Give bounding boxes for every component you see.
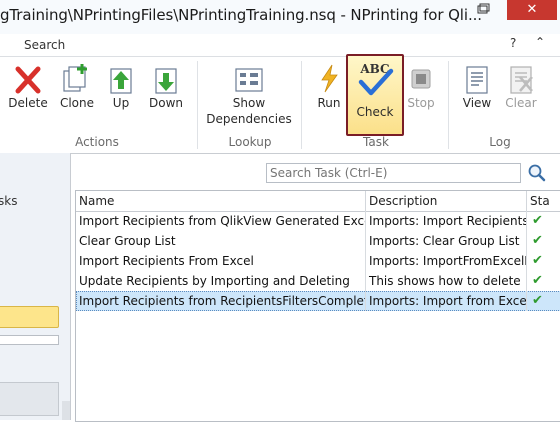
ribbon: Delete Clone Up Down Show Dependencies R… [0, 56, 560, 154]
clear-label: Clear [505, 96, 537, 110]
view-label: View [462, 96, 492, 110]
left-panel-selected-item[interactable] [0, 306, 59, 328]
spell-check-icon: ABC [358, 62, 394, 96]
status-ok-icon: ✔ [532, 293, 543, 308]
arrow-down-icon [155, 68, 177, 94]
delete-icon [15, 66, 41, 94]
group-label-actions: Actions [75, 135, 119, 149]
row-description: Imports: ImportFromExcelFile [366, 251, 527, 271]
close-icon: ✕ [526, 2, 538, 17]
left-panel-scrollbar[interactable] [62, 401, 70, 420]
column-header-name[interactable]: Name [76, 191, 366, 211]
status-ok-icon: ✔ [532, 233, 543, 248]
show-dependencies-label-2: Dependencies [206, 112, 292, 126]
down-button[interactable]: Down [145, 61, 187, 123]
left-panel-button[interactable] [0, 382, 59, 416]
tab-search[interactable]: Search [24, 38, 65, 52]
restore-button[interactable] [466, 0, 500, 20]
search-icon[interactable] [527, 163, 547, 183]
group-label-log: Log [489, 135, 511, 149]
group-label-lookup: Lookup [228, 135, 272, 149]
check-button[interactable]: ABC Check [346, 54, 404, 136]
group-separator [197, 61, 198, 149]
stop-button[interactable]: Stop [404, 61, 438, 123]
ribbon-tabs: Search ⌃ ? [0, 34, 560, 56]
clone-button[interactable]: Clone [56, 61, 98, 123]
column-header-description[interactable]: Description [366, 191, 527, 211]
clear-log-icon [510, 66, 533, 94]
run-label: Run [317, 96, 341, 110]
group-separator [301, 61, 302, 149]
left-panel-progress [0, 335, 59, 345]
arrow-up-icon [110, 68, 132, 94]
row-name: Import Recipients from RecipientsFilters… [76, 291, 366, 311]
show-dependencies-button[interactable]: Show Dependencies [206, 61, 292, 137]
title-bar: gTraining\NPrintingFiles\NPrintingTraini… [0, 0, 560, 34]
clone-icon [63, 64, 87, 92]
row-name: Import Recipients from QlikView Generate… [76, 211, 366, 231]
down-label: Down [148, 96, 183, 110]
check-icon-text: ABC [359, 62, 389, 76]
group-label-task: Task [363, 135, 389, 149]
help-icon[interactable]: ? [510, 36, 516, 50]
search-input[interactable] [266, 163, 521, 183]
view-button[interactable]: View [458, 61, 496, 123]
lightning-icon [321, 64, 338, 93]
close-button[interactable]: ✕ [507, 0, 557, 20]
group-separator [448, 61, 449, 149]
show-dependencies-label-1: Show [232, 96, 266, 110]
left-panel: sks [0, 153, 71, 420]
table-row[interactable]: Import Recipients From Excel Imports: Im… [76, 251, 560, 271]
row-description: Imports: Import from Excel [366, 291, 527, 311]
up-button[interactable]: Up [104, 61, 138, 123]
stop-icon [411, 69, 431, 89]
table-row[interactable]: Clear Group List Imports: Clear Group Li… [76, 231, 560, 251]
dependencies-icon [235, 68, 263, 92]
status-ok-icon: ✔ [532, 273, 543, 288]
run-button[interactable]: Run [312, 61, 346, 123]
table-row-selected[interactable]: Import Recipients from RecipientsFilters… [76, 291, 560, 311]
up-label: Up [112, 96, 130, 110]
row-name: Update Recipients by Importing and Delet… [76, 271, 366, 291]
collapse-ribbon-icon[interactable]: ⌃ [535, 35, 545, 49]
check-label: Check [356, 105, 394, 119]
clone-label: Clone [59, 96, 95, 110]
delete-button[interactable]: Delete [6, 61, 50, 123]
row-description: Imports: Clear Group List [366, 231, 527, 251]
row-description: Imports: Import Recipients [366, 211, 527, 231]
table-row[interactable]: Update Recipients by Importing and Delet… [76, 271, 560, 291]
delete-label: Delete [8, 96, 48, 110]
stop-label: Stop [407, 96, 435, 110]
status-ok-icon: ✔ [532, 213, 543, 228]
column-header-status[interactable]: Sta [527, 191, 560, 211]
row-name: Import Recipients From Excel [76, 251, 366, 271]
row-description: This shows how to delete [366, 271, 527, 291]
left-panel-text: sks [0, 194, 18, 208]
task-table: Name Description Sta Import Recipients f… [75, 190, 560, 422]
table-row[interactable]: Import Recipients from QlikView Generate… [76, 211, 560, 231]
status-ok-icon: ✔ [532, 253, 543, 268]
clear-button[interactable]: Clear [502, 61, 540, 123]
view-log-icon [466, 66, 488, 94]
restore-icon [477, 3, 490, 14]
row-name: Clear Group List [76, 231, 366, 251]
table-header: Name Description Sta [76, 191, 560, 212]
window-title: gTraining\NPrintingFiles\NPrintingTraini… [0, 6, 482, 24]
